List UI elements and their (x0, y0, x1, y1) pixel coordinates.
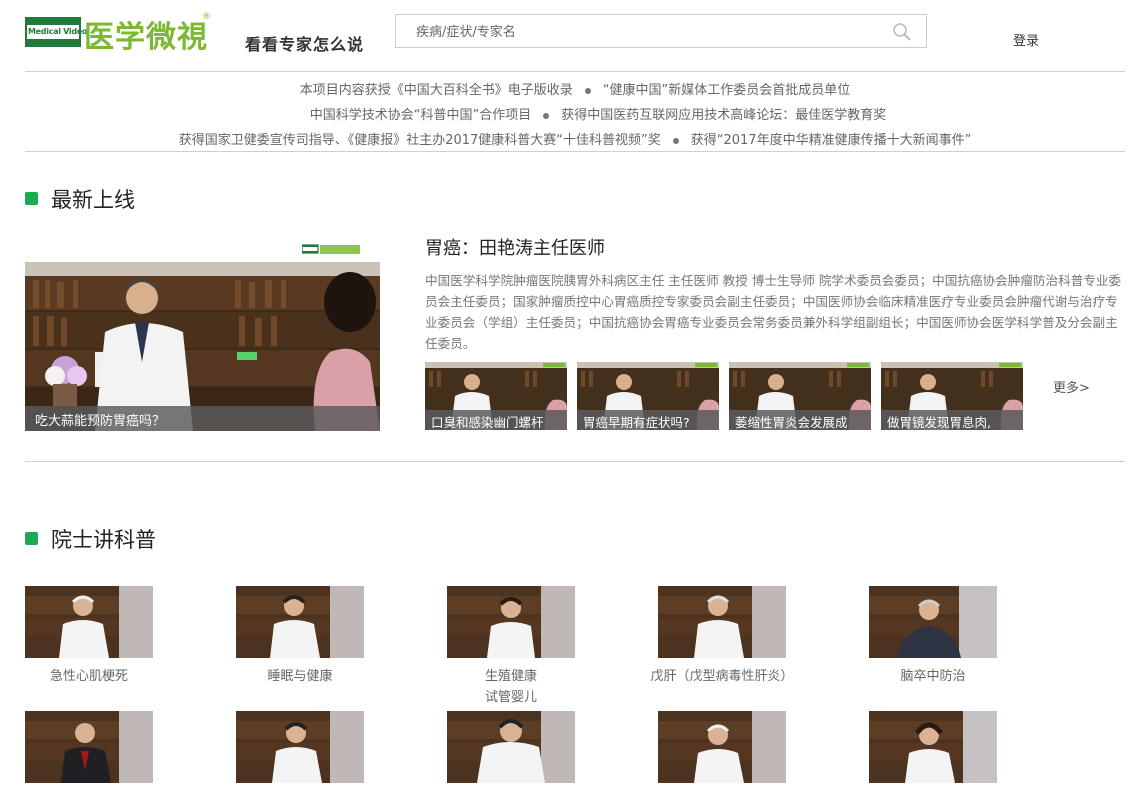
logo-emblem: Medical Video (25, 17, 88, 47)
watermark-logo (302, 244, 360, 254)
logo-chinese-text: 医学微視 (84, 20, 208, 55)
video-thumbnail (447, 586, 575, 658)
site-slogan: 看看专家怎么说 (245, 35, 365, 54)
section-title: 院士讲科普 (51, 528, 156, 552)
site-logo[interactable]: Medical Video 医学微視 ® (25, 12, 211, 55)
video-thumbnail (869, 711, 997, 783)
more-link[interactable]: 更多> (1053, 377, 1090, 396)
logo-english-text: Medical Video (28, 27, 88, 36)
search-input[interactable] (416, 22, 876, 42)
academician-topic: 睡眠与健康 (267, 669, 333, 684)
section-title: 最新上线 (51, 188, 135, 212)
video-thumbnail (869, 586, 997, 658)
divider (25, 71, 1125, 72)
honor-row: 获得国家卫健委宣传司指导、《健康报》社主办2017健康科普大赛“十佳科普视频”奖… (25, 129, 1125, 148)
divider (25, 151, 1125, 152)
honor-item: 获得国家卫健委宣传司指导、《健康报》社主办2017健康科普大赛“十佳科普视频”奖 (178, 133, 661, 148)
bullet-icon (543, 112, 550, 119)
honor-row: 中国科学技术协会“科普中国”合作项目 获得中国医药互联网应用技术高峰论坛：最佳医学… (48, 104, 1141, 123)
bullet-icon (584, 87, 591, 94)
login-link[interactable]: 登录 (1013, 30, 1039, 49)
doctor-title[interactable]: 胃癌：田艳涛主任医师 (425, 234, 605, 260)
video-thumbnail (658, 586, 786, 658)
honor-item: 获得“2017年度中华精准健康传播十大新闻事件” (690, 133, 972, 148)
academician-topic: 脑卒中防治 (900, 669, 966, 684)
search-icon[interactable] (892, 22, 912, 42)
section-marker-icon (25, 532, 38, 545)
honors-list: 本项目内容获授《中国大百科全书》电子版收录 “健康中国”新媒体工作委员会首批成员单… (25, 73, 1125, 151)
video-thumbnail (236, 586, 364, 658)
video-thumbnail (25, 586, 153, 658)
video-card[interactable]: 口臭和感染幽门螺杆 (425, 362, 567, 430)
academician-topic: 生殖健康 试管婴儿 (484, 669, 537, 705)
honor-item: 本项目内容获授《中国大百科全书》电子版收录 (299, 83, 573, 98)
video-card-title: 口臭和感染幽门螺杆 (425, 410, 567, 430)
video-card[interactable]: 做胃镜发现胃息肉, (881, 362, 1023, 430)
featured-video[interactable]: 吃大蒜能预防胃癌吗？ (25, 238, 380, 431)
academician-topic: 急性心肌梗死 (49, 669, 128, 684)
section-marker-icon (25, 192, 38, 205)
video-thumbnail (236, 711, 364, 783)
academician-topic: 戊肝（戊型病毒性肝炎） (650, 669, 794, 684)
honor-item: 获得中国医药互联网应用技术高峰论坛：最佳医学教育奖 (561, 108, 887, 123)
honor-item: 中国科学技术协会“科普中国”合作项目 (309, 108, 532, 123)
video-card-title: 做胃镜发现胃息肉, (881, 410, 1023, 430)
site-header: Medical Video 医学微視 ® 看看专家怎么说 登录 (0, 0, 1141, 72)
honor-row: 本项目内容获授《中国大百科全书》电子版收录 “健康中国”新媒体工作委员会首批成员单… (25, 79, 1125, 98)
search-box (395, 14, 927, 48)
honor-item: “健康中国”新媒体工作委员会首批成员单位 (602, 83, 851, 98)
bullet-icon (672, 137, 679, 144)
video-thumbnail (25, 711, 153, 783)
registered-mark: ® (202, 12, 211, 22)
video-card-title: 胃癌早期有症状吗? (577, 410, 719, 430)
doctor-description: 中国医学科学院肿瘤医院胰胃外科病区主任 主任医师 教授 博士生导师 院学术委员会… (425, 273, 1122, 351)
video-card-title: 萎缩性胃炎会发展成 (729, 410, 871, 430)
video-thumbnail: 吃大蒜能预防胃癌吗？ (25, 262, 380, 431)
divider (25, 461, 1125, 462)
video-card[interactable]: 萎缩性胃炎会发展成 (729, 362, 871, 430)
video-caption: 吃大蒜能预防胃癌吗？ (25, 406, 380, 431)
video-thumbnail (447, 711, 575, 783)
video-thumbnail (658, 711, 786, 783)
video-card[interactable]: 胃癌早期有症状吗? (577, 362, 719, 430)
